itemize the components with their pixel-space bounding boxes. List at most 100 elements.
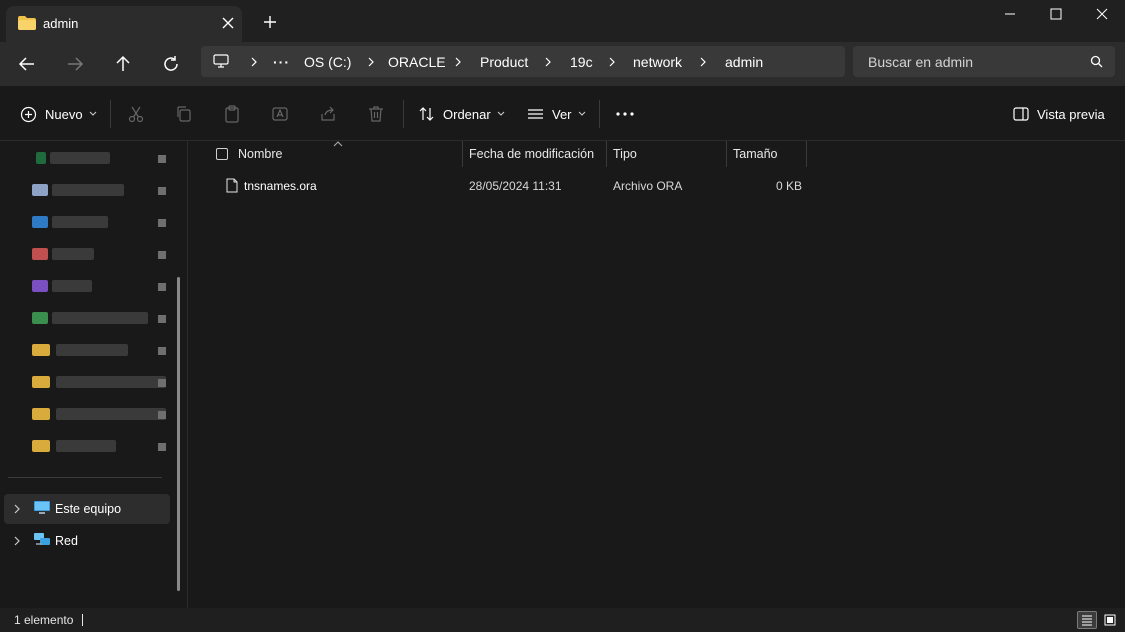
column-header-row: Nombre Fecha de modificación Tipo Tamaño [189, 141, 1125, 167]
tab-title: admin [43, 16, 79, 31]
folder-icon [18, 16, 36, 30]
breadcrumb-19c[interactable]: 19c [570, 54, 593, 70]
quick-access-item[interactable] [32, 406, 172, 422]
preview-label: Vista previa [1037, 106, 1105, 122]
preview-pane-icon [1013, 107, 1029, 121]
sidebar-scrollbar[interactable] [177, 277, 180, 591]
view-button[interactable]: Ver [527, 104, 586, 124]
chevron-right-icon[interactable] [698, 56, 708, 68]
quick-access-item[interactable] [32, 310, 172, 326]
breadcrumb-network[interactable]: network [633, 54, 682, 70]
file-type: Archivo ORA [613, 179, 683, 193]
chevron-right-icon[interactable] [366, 56, 376, 68]
quick-access-item[interactable] [32, 374, 172, 390]
file-size: 0 KB [776, 179, 803, 193]
divider [82, 614, 83, 626]
divider [8, 477, 162, 478]
navigation-bar: ··· OS (C:) ORACLE Product 19c network a… [0, 42, 1125, 86]
column-divider[interactable] [726, 141, 727, 167]
divider [403, 100, 404, 128]
sidebar-item-label: Red [55, 534, 78, 548]
column-divider[interactable] [806, 141, 807, 167]
arrow-up-icon[interactable] [111, 52, 135, 76]
chevron-right-icon[interactable] [453, 56, 463, 68]
divider [110, 100, 111, 128]
column-header-size[interactable]: Tamaño [733, 147, 777, 161]
navigation-pane: Este equipo Red [0, 141, 188, 608]
quick-access-item[interactable] [32, 150, 172, 166]
maximize-icon [1050, 8, 1062, 20]
breadcrumb-oracle[interactable]: ORACLE [388, 54, 446, 70]
close-icon[interactable] [220, 15, 236, 31]
breadcrumb-os-c[interactable]: OS (C:) [304, 54, 351, 70]
rename-icon[interactable] [271, 105, 289, 123]
plus-circle-icon [20, 106, 37, 122]
view-list-icon [528, 109, 543, 119]
sort-icon [419, 107, 434, 121]
tiles-view-button[interactable] [1100, 611, 1120, 629]
details-view-icon [1082, 615, 1092, 626]
share-icon[interactable] [319, 105, 337, 123]
new-button[interactable]: Nuevo [20, 104, 97, 124]
status-bar: 1 elemento [0, 608, 1125, 632]
file-modified: 28/05/2024 11:31 [469, 179, 562, 193]
quick-access-item[interactable] [32, 246, 172, 262]
tiles-view-icon [1104, 614, 1116, 626]
sort-label: Ordenar [443, 106, 491, 122]
breadcrumb-overflow[interactable]: ··· [273, 54, 290, 70]
column-divider[interactable] [606, 141, 607, 167]
breadcrumb-product[interactable]: Product [480, 54, 528, 70]
file-icon [226, 178, 238, 193]
chevron-right-icon[interactable] [13, 536, 21, 546]
chevron-right-icon[interactable] [543, 56, 553, 68]
minimize-button[interactable] [987, 0, 1033, 30]
paste-icon[interactable] [223, 105, 241, 123]
computer-icon[interactable] [213, 54, 229, 69]
title-bar: admin [0, 0, 1125, 42]
search-placeholder: Buscar en admin [868, 54, 974, 70]
more-options-icon[interactable] [615, 105, 635, 123]
minimize-icon [1005, 13, 1015, 15]
preview-pane-button[interactable]: Vista previa [1013, 104, 1105, 124]
refresh-icon[interactable] [159, 52, 183, 76]
plus-icon[interactable] [262, 14, 278, 30]
sort-up-icon [333, 141, 343, 147]
maximize-button[interactable] [1033, 0, 1079, 30]
computer-icon [34, 501, 50, 514]
details-view-button[interactable] [1077, 611, 1097, 629]
file-name[interactable]: tnsnames.ora [244, 179, 317, 193]
close-window-button[interactable] [1079, 0, 1125, 30]
column-divider[interactable] [462, 141, 463, 167]
select-all-checkbox[interactable] [216, 148, 228, 160]
cut-icon[interactable] [127, 105, 145, 123]
address-bar[interactable]: ··· OS (C:) ORACLE Product 19c network a… [201, 46, 845, 77]
quick-access-item[interactable] [32, 214, 172, 230]
quick-access-item[interactable] [32, 182, 172, 198]
chevron-down-icon [89, 111, 96, 116]
column-header-modified[interactable]: Fecha de modificación [469, 147, 594, 161]
chevron-right-icon[interactable] [249, 56, 259, 68]
search-icon [1090, 55, 1103, 68]
view-label: Ver [552, 106, 572, 122]
chevron-right-icon[interactable] [607, 56, 617, 68]
breadcrumb-admin[interactable]: admin [725, 54, 763, 70]
copy-icon[interactable] [175, 105, 193, 123]
quick-access-item[interactable] [32, 278, 172, 294]
table-row[interactable]: tnsnames.ora 28/05/2024 11:31 Archivo OR… [189, 174, 809, 198]
sidebar-item-this-pc[interactable]: Este equipo [4, 494, 170, 524]
divider [599, 100, 600, 128]
sort-button[interactable]: Ordenar [418, 104, 505, 124]
chevron-down-icon [497, 111, 505, 116]
column-header-name[interactable]: Nombre [238, 147, 282, 161]
search-input[interactable]: Buscar en admin [853, 46, 1115, 77]
arrow-right-icon[interactable] [63, 52, 87, 76]
column-header-type[interactable]: Tipo [613, 147, 637, 161]
network-icon [34, 533, 50, 545]
tab-admin[interactable]: admin [6, 6, 242, 42]
delete-icon[interactable] [367, 105, 385, 123]
quick-access-item[interactable] [32, 342, 172, 358]
arrow-left-icon[interactable] [15, 52, 39, 76]
quick-access-item[interactable] [32, 438, 172, 454]
chevron-right-icon[interactable] [13, 504, 21, 514]
sidebar-item-network[interactable]: Red [4, 526, 170, 556]
